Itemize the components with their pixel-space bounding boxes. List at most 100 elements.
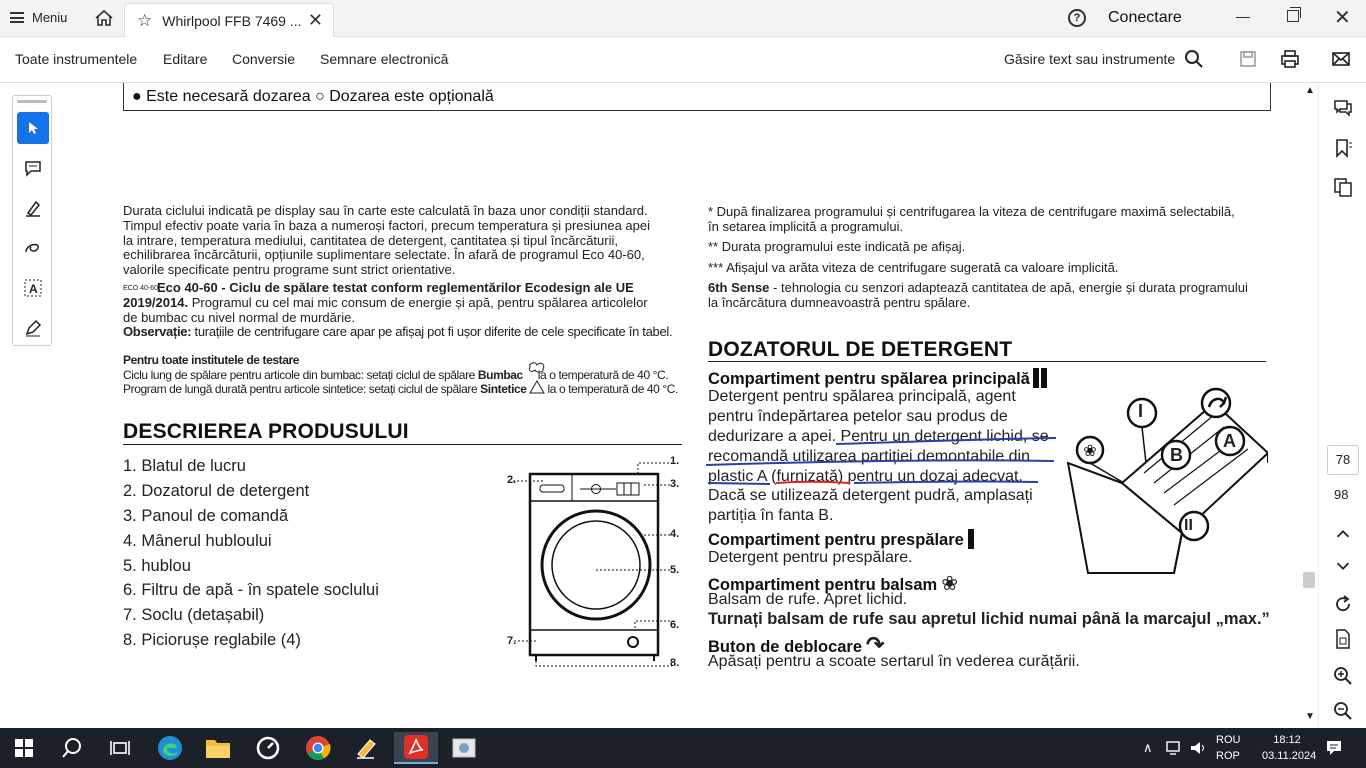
scroll-up-icon[interactable]: ▲: [1305, 85, 1315, 96]
find-text-button[interactable]: Găsire text sau instrumente: [1004, 51, 1175, 67]
file-explorer-app[interactable]: [196, 732, 240, 764]
pages-icon[interactable]: [1332, 176, 1354, 198]
vertical-scrollbar[interactable]: ▲ ▼: [1302, 83, 1318, 728]
list-item: 1. Blatul de lucru: [123, 457, 246, 475]
email-icon[interactable]: [1331, 49, 1351, 69]
paragraph-line: Timpul efectiv poate varia în baza a num…: [123, 217, 651, 233]
footnote-line: ** Durata programului este indicată pe a…: [708, 239, 966, 254]
connect-button[interactable]: Conectare: [1108, 9, 1182, 27]
main-wash-line: pentru îndepărtarea petelor sau produs d…: [708, 408, 1008, 425]
eco-icon: ECO 40-60: [123, 285, 159, 293]
menu-button[interactable]: Meniu: [10, 10, 67, 25]
program-icons: [529, 362, 545, 394]
quick-tools-panel: A: [12, 95, 52, 346]
chevron-down-icon[interactable]: [1333, 555, 1353, 577]
chrome-app[interactable]: [296, 732, 340, 764]
menu-e-sign[interactable]: Semnare electronică: [320, 51, 448, 67]
inst-program: Sintetice: [480, 382, 527, 396]
sign-tool-button[interactable]: [17, 312, 49, 344]
prewash-heading: Compartiment pentru prespălare: [708, 529, 974, 550]
close-tab-icon[interactable]: ✕: [308, 10, 323, 31]
hamburger-icon: [10, 12, 24, 23]
diagram-label: 5.: [670, 564, 680, 576]
zoom-out-icon[interactable]: [1332, 700, 1354, 722]
prewash-title: Compartiment pentru prespălare: [708, 531, 964, 549]
footnotes: * După finalizarea programului și centri…: [708, 204, 1248, 310]
highlight-tool-button[interactable]: [17, 192, 49, 224]
minimize-icon[interactable]: [1236, 17, 1250, 18]
document-viewport[interactable]: ● Este necesară dozarea ○ Dozarea este o…: [64, 83, 1302, 728]
clock-date: 03.11.2024: [1262, 750, 1317, 762]
institutes-title: Pentru toate institutele de testare: [123, 353, 300, 367]
window-close-icon[interactable]: ✕: [1334, 5, 1351, 30]
eco-line: Programul cu cel mai mic consum de energ…: [188, 294, 648, 310]
diagram-label: 2.: [507, 474, 517, 486]
preview-app[interactable]: [442, 732, 486, 764]
draw-tool-button[interactable]: [17, 232, 49, 264]
menu-edit[interactable]: Editare: [163, 51, 207, 67]
ink-annotation: [705, 437, 1057, 485]
rotate-icon[interactable]: [1332, 593, 1354, 615]
clock[interactable]: 18:12 03.11.2024: [1262, 732, 1317, 764]
acrobat-icon: [404, 735, 428, 759]
zoom-in-icon[interactable]: [1332, 665, 1354, 687]
panel-drag-handle[interactable]: [17, 100, 47, 103]
scroll-thumb[interactable]: [1303, 572, 1315, 588]
diagram-label: 4.: [670, 528, 680, 540]
start-button[interactable]: [2, 732, 46, 764]
select-tool-button[interactable]: [17, 112, 49, 144]
unlock-text: Apăsați pentru a scoate sertarul în vede…: [708, 653, 1080, 670]
volume-icon[interactable]: [1190, 740, 1208, 756]
menu-convert[interactable]: Conversie: [232, 51, 295, 67]
chevron-up-icon[interactable]: [1333, 523, 1353, 545]
main-wash-title: Compartiment pentru spălarea principală: [708, 370, 1030, 388]
observation-text: turațiile de centrifugare care apar pe a…: [191, 324, 673, 340]
timer-app[interactable]: [246, 732, 290, 764]
detergent-drawer-illustration: ❀: [1066, 387, 1268, 574]
detergent-dispenser-title: DOZATORUL DE DETERGENT: [708, 338, 1013, 361]
edge-app[interactable]: [148, 732, 192, 764]
inst-text: la o temperatură de 40 °C.: [534, 367, 669, 382]
image-viewer-icon: [452, 738, 476, 758]
sense-text: la încărcătura dumneavoastră pentru spăl…: [708, 295, 971, 310]
list-item: 4. Mânerul hubloului: [123, 532, 272, 550]
current-page-input[interactable]: 78: [1327, 445, 1359, 475]
print-icon[interactable]: [1280, 49, 1300, 69]
home-icon[interactable]: [94, 8, 114, 28]
bookmark-icon[interactable]: [1332, 137, 1354, 159]
eco-regulation: 2019/2014.: [123, 294, 189, 310]
page-fit-icon[interactable]: [1332, 628, 1354, 650]
network-icon[interactable]: [1166, 740, 1184, 756]
save-icon[interactable]: [1238, 49, 1258, 69]
total-pages: 98: [1334, 487, 1349, 502]
language-indicator[interactable]: ROU ROP: [1216, 732, 1240, 764]
section-rule: [708, 361, 1266, 362]
task-view-button[interactable]: [98, 732, 142, 764]
footnote-line: *** Afișajul va arăta viteza de centrifu…: [708, 260, 1119, 275]
diagram-label: 3.: [670, 478, 680, 490]
help-icon[interactable]: ?: [1068, 9, 1086, 27]
dosing-legend: ● Este necesară dozarea ○ Dozarea este o…: [123, 83, 1271, 111]
text-recognition-button[interactable]: A: [17, 272, 49, 304]
star-icon[interactable]: ☆: [137, 11, 152, 31]
search-taskbar-button[interactable]: [50, 732, 94, 764]
comment-tool-button[interactable]: [17, 152, 49, 184]
menu-all-tools[interactable]: Toate instrumentele: [15, 51, 137, 67]
maximize-icon[interactable]: [1287, 7, 1301, 22]
eco-title: Eco 40-60 - Ciclu de spălare testat conf…: [157, 280, 634, 295]
scroll-down-icon[interactable]: ▼: [1305, 711, 1315, 722]
acrobat-app[interactable]: [394, 732, 438, 764]
tab-title: Whirlpool FFB 7469 ...: [162, 12, 302, 29]
tray-chevron-icon[interactable]: ∧: [1143, 740, 1153, 756]
speedometer-icon: [256, 736, 280, 760]
svg-text:❀: ❀: [1083, 441, 1096, 460]
footnote-line: * După finalizarea programului și centri…: [708, 204, 1235, 219]
document-tab[interactable]: ☆ Whirlpool FFB 7469 ... ✕: [124, 3, 334, 37]
prewash-icon: [967, 529, 974, 549]
comments-panel-icon[interactable]: [1332, 97, 1354, 119]
product-description-title: DESCRIEREA PRODUSULUI: [123, 420, 409, 443]
notifications-icon[interactable]: [1325, 739, 1343, 757]
list-item: 6. Filtru de apă - în spatele soclului: [123, 581, 379, 599]
search-icon[interactable]: [1184, 49, 1204, 69]
notes-app[interactable]: [344, 732, 388, 764]
